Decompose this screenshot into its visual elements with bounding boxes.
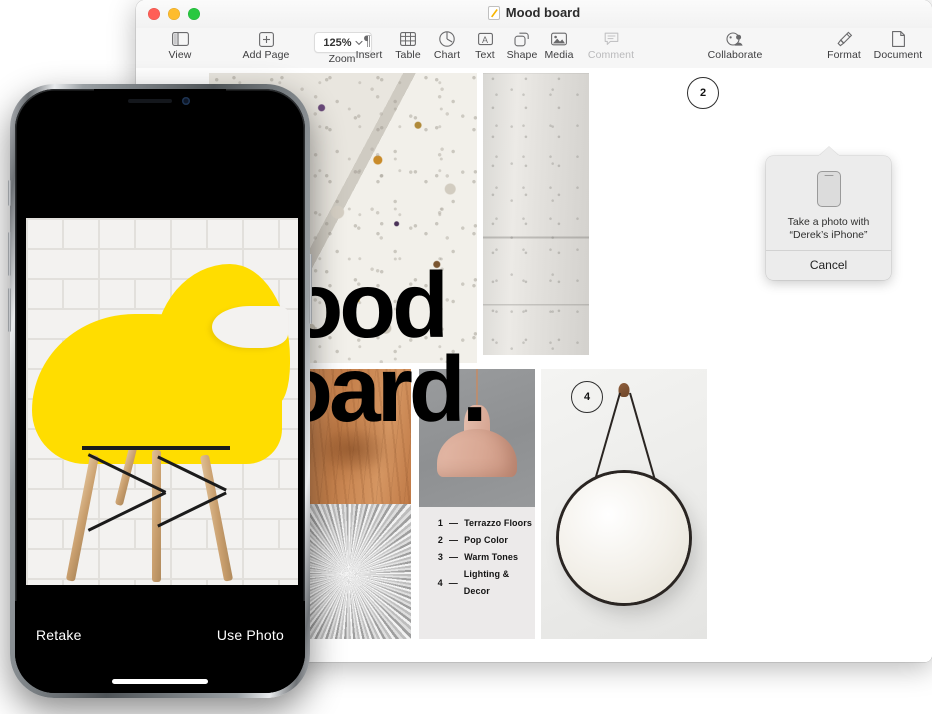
legend-label: Lighting & Decor [463, 569, 510, 596]
legend-dash: — [449, 552, 459, 562]
window-title: Mood board [136, 5, 932, 20]
image-concrete-column[interactable] [483, 73, 589, 355]
svg-text:A: A [482, 35, 488, 45]
toolbar-media-label: Media [544, 49, 574, 61]
popover-arrow [818, 147, 839, 156]
plus-box-icon [258, 29, 274, 49]
badge-4[interactable]: 4 [571, 381, 603, 413]
collaborate-person-icon [726, 29, 744, 49]
legend-number: 3 [437, 552, 443, 562]
legend-panel[interactable]: 1 — Terrazzo Floors 2 — Pop Color 3 — Wa… [419, 507, 535, 639]
legend-label: Terrazzo Floors [464, 518, 532, 528]
popover-message-line2: “Derek’s iPhone” [789, 229, 868, 241]
legend-dash: — [448, 577, 458, 588]
legend-number: 4 [437, 577, 443, 588]
toolbar-collaborate-button[interactable]: Collaborate [695, 29, 775, 67]
toolbar-add-page-button[interactable]: Add Page [234, 29, 298, 67]
pages-document-icon [487, 5, 500, 20]
retake-button[interactable]: Retake [36, 627, 82, 643]
table-grid-icon [400, 29, 416, 49]
window-title-text: Mood board [505, 5, 581, 20]
paintbrush-icon [836, 29, 853, 49]
home-indicator[interactable] [112, 679, 208, 684]
legend-label: Warm Tones [464, 552, 519, 562]
window-titlebar: Mood board [136, 0, 932, 28]
camera-action-bar: Retake Use Photo [15, 601, 305, 693]
mute-switch[interactable] [8, 180, 11, 206]
popover-message-line1: Take a photo with [787, 216, 870, 228]
speech-bubble-icon [604, 29, 619, 49]
legend-number: 1 [437, 518, 443, 528]
legend-item: 1 — Terrazzo Floors [435, 515, 535, 532]
svg-text:¶: ¶ [364, 33, 371, 47]
chair-arm-notch [212, 306, 288, 348]
popover-body: Take a photo with “Derek’s iPhone” [766, 156, 891, 250]
toolbar-view-button[interactable]: View [148, 29, 212, 67]
legend-number: 2 [437, 535, 443, 545]
take-photo-popover: Take a photo with “Derek’s iPhone” Cance… [766, 147, 891, 280]
volume-down-button[interactable] [8, 288, 11, 332]
mirror-glass [559, 473, 689, 603]
toolbar-add-page-label: Add Page [242, 49, 290, 61]
chair-crossbar [82, 446, 230, 450]
use-photo-button[interactable]: Use Photo [217, 627, 284, 643]
earpiece-speaker-icon [128, 99, 172, 103]
legend-item: 2 — Pop Color [435, 532, 535, 549]
photo-preview[interactable] [26, 218, 298, 585]
toolbar-collaborate-label: Collaborate [707, 49, 763, 61]
photo-icon [551, 29, 567, 49]
legend-dash: — [449, 535, 459, 545]
volume-up-button[interactable] [8, 232, 11, 276]
document-page-icon [891, 29, 905, 49]
sidebar-icon [171, 29, 189, 49]
pilcrow-icon: ¶ [363, 29, 376, 49]
notch [94, 89, 226, 113]
legend-label: Pop Color [464, 535, 509, 545]
app-toolbar: View 125% Zoom Add Page ¶ Insert Table C… [136, 28, 932, 69]
iphone-screen[interactable]: Retake Use Photo [15, 89, 305, 693]
mood-legend-list: 1 — Terrazzo Floors 2 — Pop Color 3 — Wa… [435, 515, 535, 600]
badge-number: 4 [583, 391, 591, 403]
toolbar-comment-button[interactable]: Comment [579, 29, 643, 67]
legend-item: 3 — Warm Tones [435, 549, 535, 566]
toolbar-comment-label: Comment [587, 49, 635, 61]
front-camera-icon [182, 97, 190, 105]
badge-2[interactable]: 2 [687, 77, 719, 109]
power-button[interactable] [309, 254, 312, 324]
toolbar-document-label: Document [873, 49, 923, 61]
legend-dash: — [449, 518, 459, 528]
toolbar-document-button[interactable]: Document [866, 29, 930, 67]
iphone-device-icon [816, 171, 841, 207]
legend-item: 4 — Lighting & Decor [435, 566, 535, 600]
badge-number: 2 [699, 87, 707, 99]
image-round-mirror[interactable] [541, 369, 707, 639]
iphone-device: Retake Use Photo [8, 84, 312, 698]
chair-leg-center [152, 450, 161, 582]
toolbar-view-label: View [168, 49, 192, 61]
toolbar-format-label: Format [827, 49, 861, 61]
cancel-button[interactable]: Cancel [766, 251, 891, 280]
